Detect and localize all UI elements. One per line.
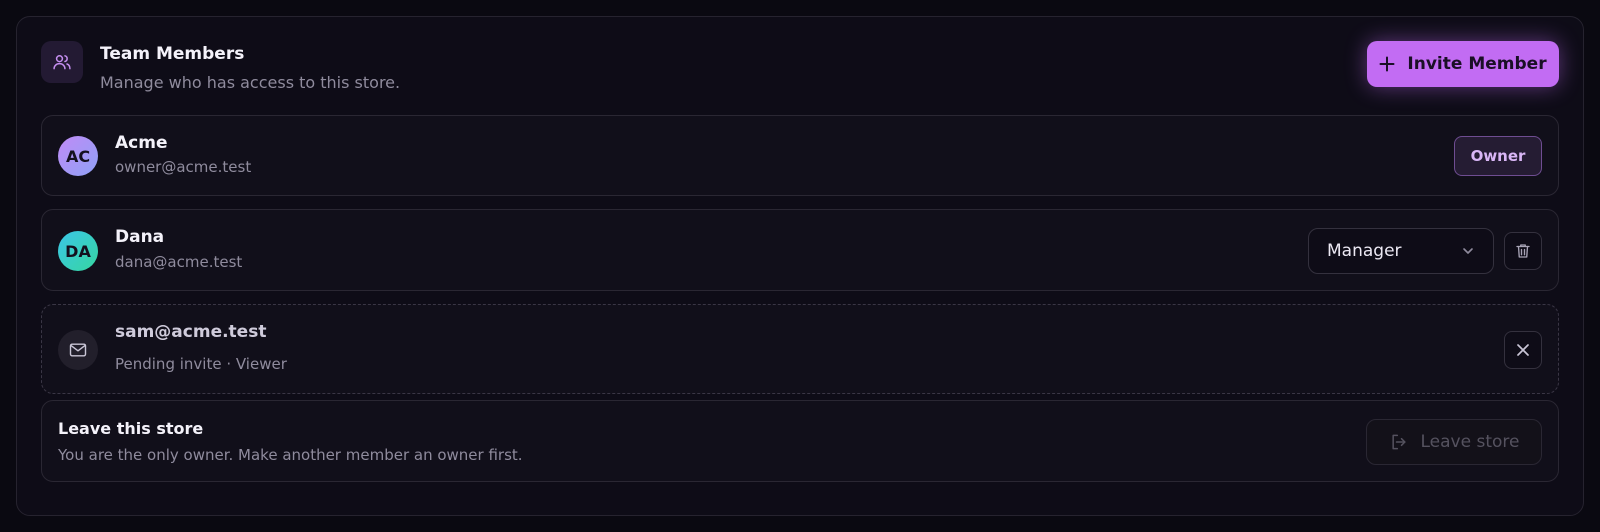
- revoke-invite-button[interactable]: [1504, 331, 1542, 369]
- leave-store-section: Leave this store You are the only owner.…: [41, 400, 1559, 482]
- member-name: Acme: [115, 133, 168, 153]
- close-icon: [1517, 344, 1529, 356]
- invite-member-button[interactable]: Invite Member: [1367, 41, 1559, 87]
- users-icon: [41, 41, 83, 83]
- leave-title: Leave this store: [58, 419, 204, 438]
- chevron-down-icon: [1463, 248, 1473, 254]
- role-select-value: Manager: [1327, 241, 1402, 261]
- panel-header: Team Members Manage who has access to th…: [41, 41, 1559, 113]
- log-out-icon: [1391, 434, 1406, 450]
- trash-icon: [1516, 244, 1530, 258]
- plus-icon: [1379, 56, 1395, 72]
- mail-icon: [58, 330, 98, 370]
- member-row-dana: DA Dana dana@acme.test Manager: [41, 209, 1559, 291]
- page-title: Team Members: [100, 44, 245, 64]
- member-email: dana@acme.test: [115, 253, 243, 271]
- member-name: Dana: [115, 227, 165, 247]
- leave-store-label: Leave store: [1420, 432, 1520, 452]
- team-members-panel: Team Members Manage who has access to th…: [16, 16, 1584, 516]
- leave-description: You are the only owner. Make another mem…: [58, 446, 523, 464]
- role-select[interactable]: Manager: [1308, 228, 1494, 274]
- pending-status: Pending invite · Viewer: [115, 355, 287, 373]
- owner-badge: Owner: [1454, 136, 1542, 176]
- delete-member-button[interactable]: [1504, 232, 1542, 270]
- avatar: DA: [58, 231, 98, 271]
- pending-invite-row: sam@acme.test Pending invite · Viewer: [41, 304, 1559, 394]
- leave-store-button[interactable]: Leave store: [1366, 419, 1542, 465]
- page-subtitle: Manage who has access to this store.: [100, 73, 401, 92]
- member-row-acme: AC Acme owner@acme.test Owner: [41, 115, 1559, 196]
- pending-email: sam@acme.test: [115, 322, 267, 342]
- invite-member-label: Invite Member: [1407, 54, 1547, 74]
- avatar: AC: [58, 136, 98, 176]
- member-email: owner@acme.test: [115, 158, 252, 176]
